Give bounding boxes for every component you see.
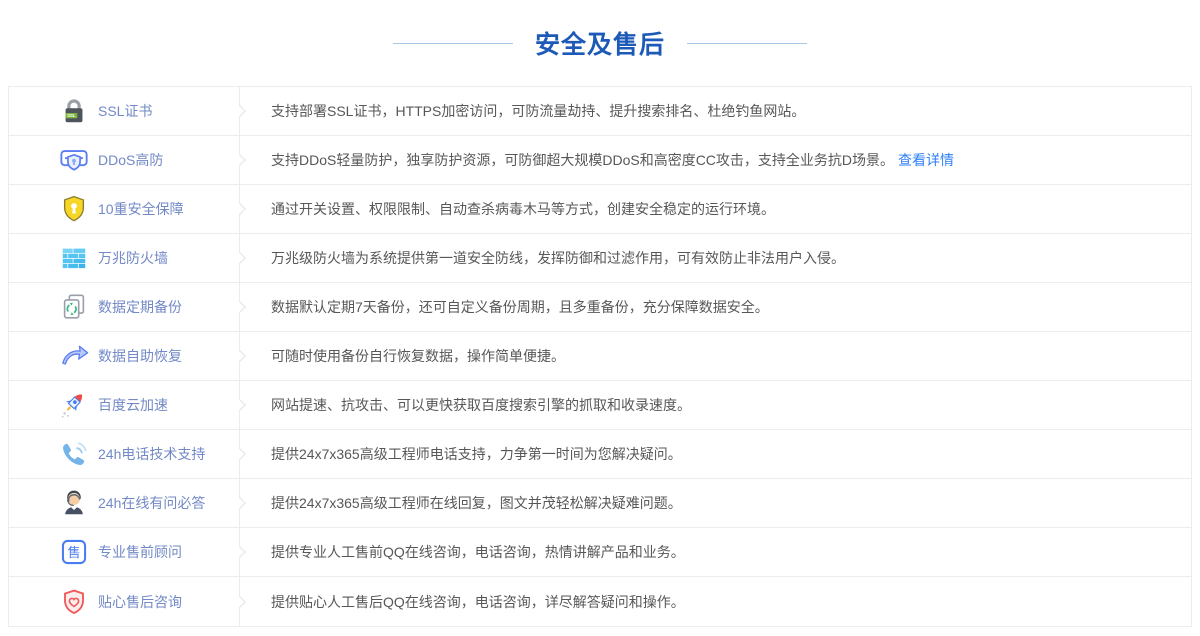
feature-label: 贴心售后咨询	[98, 592, 182, 612]
feature-header-cell: 百度云加速	[9, 381, 239, 429]
feature-label: 万兆防火墙	[98, 248, 168, 268]
feature-desc-cell: 网站提速、抗攻击、可以更快获取百度搜索引擎的抓取和收录速度。	[239, 381, 1191, 429]
feature-header-cell: DDoS高防	[9, 136, 239, 184]
feature-description: 提供24x7x365高级工程师电话支持，力争第一时间为您解决疑问。	[271, 444, 682, 464]
feature-label: 百度云加速	[98, 395, 168, 415]
feature-header-cell: 万兆防火墙	[9, 234, 239, 282]
feature-label: 24h在线有问必答	[98, 493, 205, 513]
feature-desc-cell: 提供专业人工售前QQ在线咨询，电话咨询，热情讲解产品和业务。	[239, 528, 1191, 576]
feature-label: SSL证书	[98, 101, 152, 121]
feature-description: 可随时使用备份自行恢复数据，操作简单便捷。	[271, 346, 565, 366]
security-shield-icon	[59, 194, 89, 224]
feature-desc-cell: 万兆级防火墙为系统提供第一道安全防线，发挥防御和过滤作用，可有效防止非法用户入侵…	[239, 234, 1191, 282]
title-line-right	[687, 43, 807, 44]
feature-header-cell: 售 专业售前顾问	[9, 528, 239, 576]
feature-description: 数据默认定期7天备份，还可自定义备份周期，且多重备份，充分保障数据安全。	[271, 297, 769, 317]
phone-support-icon	[59, 439, 89, 469]
firewall-icon	[59, 243, 89, 273]
feature-table: SSL SSL证书 支持部署SSL证书，HTTPS加密访问，可防流量劫持、提升搜…	[8, 86, 1192, 627]
feature-header-cell: 数据自助恢复	[9, 332, 239, 380]
feature-header-cell: 24h电话技术支持	[9, 430, 239, 478]
feature-row: SSL SSL证书 支持部署SSL证书，HTTPS加密访问，可防流量劫持、提升搜…	[9, 87, 1191, 136]
feature-description: 提供贴心人工售后QQ在线咨询，电话咨询，详尽解答疑问和操作。	[271, 592, 685, 612]
feature-description: 万兆级防火墙为系统提供第一道安全防线，发挥防御和过滤作用，可有效防止非法用户入侵…	[271, 248, 845, 268]
feature-label: 数据自助恢复	[98, 346, 182, 366]
feature-desc-cell: 支持部署SSL证书，HTTPS加密访问，可防流量劫持、提升搜索排名、杜绝钓鱼网站…	[239, 87, 1191, 135]
feature-description: 提供专业人工售前QQ在线咨询，电话咨询，热情讲解产品和业务。	[271, 542, 685, 562]
feature-description: 通过开关设置、权限限制、自动查杀病毒木马等方式，创建安全稳定的运行环境。	[271, 199, 775, 219]
data-restore-icon	[59, 341, 89, 371]
feature-row: 数据定期备份 数据默认定期7天备份，还可自定义备份周期，且多重备份，充分保障数据…	[9, 283, 1191, 332]
feature-header-cell: 10重安全保障	[9, 185, 239, 233]
section-header: 安全及售后	[0, 0, 1200, 86]
view-details-link[interactable]: 查看详情	[898, 150, 954, 170]
feature-label: DDoS高防	[98, 150, 163, 170]
feature-row: 售 专业售前顾问 提供专业人工售前QQ在线咨询，电话咨询，热情讲解产品和业务。	[9, 528, 1191, 577]
feature-description: 提供24x7x365高级工程师在线回复，图文并茂轻松解决疑难问题。	[271, 493, 682, 513]
feature-label: 数据定期备份	[98, 297, 182, 317]
agent-headset-icon	[59, 488, 89, 518]
rocket-icon	[59, 390, 89, 420]
feature-label: 专业售前顾问	[98, 542, 182, 562]
feature-desc-cell: 通过开关设置、权限限制、自动查杀病毒木马等方式，创建安全稳定的运行环境。	[239, 185, 1191, 233]
feature-desc-cell: 支持DDoS轻量防护，独享防护资源，可防御超大规模DDoS和高密度CC攻击，支持…	[239, 136, 1191, 184]
feature-label: 10重安全保障	[98, 199, 184, 219]
feature-desc-cell: 数据默认定期7天备份，还可自定义备份周期，且多重备份，充分保障数据安全。	[239, 283, 1191, 331]
feature-desc-cell: 提供24x7x365高级工程师电话支持，力争第一时间为您解决疑问。	[239, 430, 1191, 478]
feature-desc-cell: 提供贴心人工售后QQ在线咨询，电话咨询，详尽解答疑问和操作。	[239, 577, 1191, 626]
feature-row: 数据自助恢复 可随时使用备份自行恢复数据，操作简单便捷。	[9, 332, 1191, 381]
feature-row: 万兆防火墙 万兆级防火墙为系统提供第一道安全防线，发挥防御和过滤作用，可有效防止…	[9, 234, 1191, 283]
feature-description: 网站提速、抗攻击、可以更快获取百度搜索引擎的抓取和收录速度。	[271, 395, 691, 415]
feature-desc-cell: 可随时使用备份自行恢复数据，操作简单便捷。	[239, 332, 1191, 380]
feature-row: 10重安全保障 通过开关设置、权限限制、自动查杀病毒木马等方式，创建安全稳定的运…	[9, 185, 1191, 234]
data-backup-icon	[59, 292, 89, 322]
section-title: 安全及售后	[535, 25, 665, 61]
feature-desc-cell: 提供24x7x365高级工程师在线回复，图文并茂轻松解决疑难问题。	[239, 479, 1191, 527]
svg-text:售: 售	[67, 545, 80, 560]
title-line-left	[393, 43, 513, 44]
aftersale-heart-icon	[59, 587, 89, 617]
feature-row: 贴心售后咨询 提供贴心人工售后QQ在线咨询，电话咨询，详尽解答疑问和操作。	[9, 577, 1191, 626]
ssl-lock-icon: SSL	[59, 96, 89, 126]
svg-text:SSL: SSL	[67, 113, 76, 118]
feature-description: 支持部署SSL证书，HTTPS加密访问，可防流量劫持、提升搜索排名、杜绝钓鱼网站…	[271, 101, 805, 121]
feature-row: DDoS高防 支持DDoS轻量防护，独享防护资源，可防御超大规模DDoS和高密度…	[9, 136, 1191, 185]
feature-label: 24h电话技术支持	[98, 444, 205, 464]
feature-row: 24h在线有问必答 提供24x7x365高级工程师在线回复，图文并茂轻松解决疑难…	[9, 479, 1191, 528]
feature-header-cell: 数据定期备份	[9, 283, 239, 331]
presale-badge-icon: 售	[59, 537, 89, 567]
feature-header-cell: 24h在线有问必答	[9, 479, 239, 527]
feature-row: 百度云加速 网站提速、抗攻击、可以更快获取百度搜索引擎的抓取和收录速度。	[9, 381, 1191, 430]
ddos-shield-icon	[59, 145, 89, 175]
feature-description: 支持DDoS轻量防护，独享防护资源，可防御超大规模DDoS和高密度CC攻击，支持…	[271, 150, 894, 170]
feature-header-cell: SSL SSL证书	[9, 87, 239, 135]
feature-row: 24h电话技术支持 提供24x7x365高级工程师电话支持，力争第一时间为您解决…	[9, 430, 1191, 479]
feature-header-cell: 贴心售后咨询	[9, 577, 239, 626]
